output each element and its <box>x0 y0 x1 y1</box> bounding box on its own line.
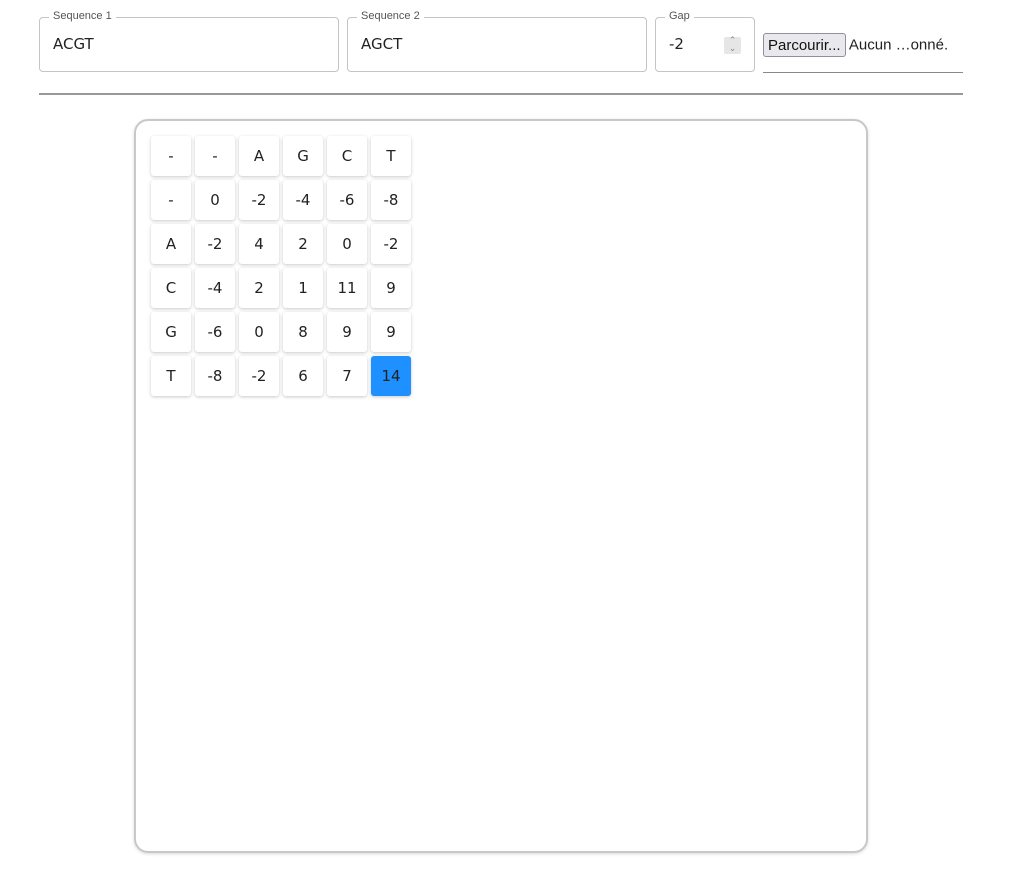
matrix-cell[interactable]: 9 <box>327 312 367 352</box>
sequence1-field[interactable]: Sequence 1 ACGT <box>39 10 339 72</box>
matrix-cell[interactable]: 6 <box>283 356 323 396</box>
matrix-header-cell[interactable]: - <box>151 136 191 176</box>
matrix-cell[interactable]: -2 <box>239 356 279 396</box>
matrix-cell[interactable]: 8 <box>283 312 323 352</box>
matrix-header-cell[interactable]: C <box>151 268 191 308</box>
sequence2-label: Sequence 2 <box>357 10 424 22</box>
score-matrix: - - A G C T -0 -2 -4 -6 -8 A -2 4 2 0 -2 C -4 2 1 11 9 G -6 0 8 9 9 T… <box>151 136 411 396</box>
matrix-cell[interactable]: -2 <box>239 180 279 220</box>
gap-label: Gap <box>665 10 694 22</box>
sequence1-input[interactable]: ACGT <box>53 35 94 53</box>
sequence1-label: Sequence 1 <box>49 10 116 22</box>
file-input[interactable]: Parcourir... Aucun …onné. <box>763 33 963 73</box>
matrix-cell[interactable]: 0 <box>239 312 279 352</box>
matrix-header-cell[interactable]: T <box>151 356 191 396</box>
matrix-cell[interactable]: -4 <box>195 268 235 308</box>
sequence2-input[interactable]: AGCT <box>361 35 402 53</box>
matrix-cell[interactable]: -2 <box>195 224 235 264</box>
matrix-header-cell[interactable]: A <box>239 136 279 176</box>
matrix-cell[interactable]: 2 <box>239 268 279 308</box>
matrix-cell[interactable]: 9 <box>371 312 411 352</box>
matrix-header-cell[interactable]: G <box>283 136 323 176</box>
matrix-panel: - - A G C T -0 -2 -4 -6 -8 A -2 4 2 0 -2 C -4 2 1 11 9 G -6 0 8 9 9 T… <box>134 119 868 853</box>
sequence2-field[interactable]: Sequence 2 AGCT <box>347 10 647 72</box>
matrix-cell[interactable]: 11 <box>327 268 367 308</box>
matrix-cell[interactable]: 1 <box>283 268 323 308</box>
matrix-cell[interactable]: -6 <box>195 312 235 352</box>
file-status: Aucun …onné. <box>848 36 949 54</box>
divider <box>39 93 963 95</box>
matrix-cell[interactable]: -2 <box>371 224 411 264</box>
matrix-cell[interactable]: 4 <box>239 224 279 264</box>
matrix-cell[interactable]: -6 <box>327 180 367 220</box>
matrix-cell-highlighted[interactable]: 14 <box>371 356 411 396</box>
gap-input[interactable]: -2 <box>669 35 684 53</box>
matrix-header-cell[interactable]: A <box>151 224 191 264</box>
matrix-cell[interactable]: -4 <box>283 180 323 220</box>
matrix-header-cell[interactable]: - <box>151 180 191 220</box>
matrix-cell[interactable]: -8 <box>371 180 411 220</box>
browse-button[interactable]: Parcourir... <box>763 33 846 57</box>
spinner-icon[interactable]: ⌃ ⌄ <box>724 37 741 54</box>
gap-field[interactable]: Gap -2 ⌃ ⌄ <box>655 10 755 72</box>
matrix-cell[interactable]: 7 <box>327 356 367 396</box>
matrix-header-cell[interactable]: C <box>327 136 367 176</box>
matrix-header-cell[interactable]: T <box>371 136 411 176</box>
matrix-cell[interactable]: 0 <box>195 180 235 220</box>
matrix-cell[interactable]: 0 <box>327 224 367 264</box>
matrix-header-cell[interactable]: - <box>195 136 235 176</box>
matrix-cell[interactable]: 9 <box>371 268 411 308</box>
matrix-cell[interactable]: -8 <box>195 356 235 396</box>
matrix-cell[interactable]: 2 <box>283 224 323 264</box>
matrix-header-cell[interactable]: G <box>151 312 191 352</box>
